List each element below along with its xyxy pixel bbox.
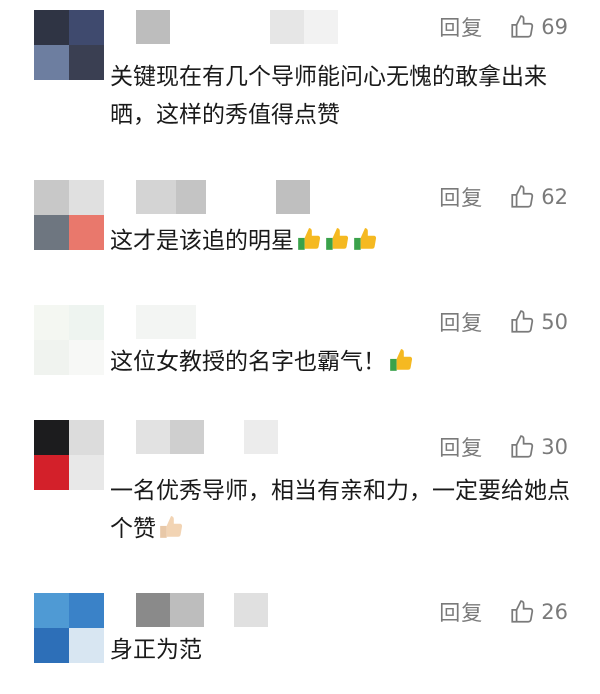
like-button[interactable]: 30 (509, 434, 568, 460)
thumbs-up-icon (511, 15, 534, 38)
username-blurred[interactable] (136, 10, 338, 46)
comment-text: 这才是该追的明星 (110, 222, 570, 260)
comment-text: 一名优秀导师，相当有亲和力，一定要给她点个赞 (110, 472, 570, 548)
username-blurred[interactable] (136, 305, 256, 341)
comment-actions: 回复 50 (439, 307, 568, 337)
comment-actions: 回复 62 (439, 182, 568, 212)
thumbs-up-icon (354, 228, 377, 250)
like-count: 69 (541, 15, 568, 39)
thumbs-up-light-icon (160, 516, 183, 538)
thumbs-up-icon (511, 435, 534, 458)
comment-text: 身正为范 (110, 637, 202, 663)
avatar[interactable] (34, 593, 104, 663)
username-blurred[interactable] (136, 593, 268, 629)
like-count: 30 (541, 435, 568, 459)
like-button[interactable]: 26 (509, 599, 568, 625)
thumbs-up-icon (511, 600, 534, 623)
like-count: 62 (541, 185, 568, 209)
reply-button[interactable]: 回复 (439, 12, 483, 42)
thumbs-up-icon (511, 310, 534, 333)
thumbs-up-icon (326, 228, 349, 250)
comment-actions: 回复 26 (439, 597, 568, 627)
comment-actions: 回复 69 (439, 12, 568, 42)
comment-text: 关键现在有几个导师能问心无愧的敢拿出来晒，这样的秀值得点赞 (110, 64, 547, 128)
thumbs-up-icon (298, 228, 321, 250)
like-button[interactable]: 69 (509, 14, 568, 40)
avatar[interactable] (34, 420, 104, 490)
reply-button[interactable]: 回复 (439, 597, 483, 627)
comment-text-content: 这才是该追的明星 (110, 228, 294, 254)
thumbs-up-icon (390, 349, 413, 371)
avatar[interactable] (34, 305, 104, 375)
reply-button[interactable]: 回复 (439, 432, 483, 462)
like-button[interactable]: 62 (509, 184, 568, 210)
thumbs-up-icon (511, 185, 534, 208)
comment-text-content: 这位女教授的名字也霸气！ (110, 349, 386, 375)
avatar[interactable] (34, 180, 104, 250)
reply-button[interactable]: 回复 (439, 307, 483, 337)
like-count: 50 (541, 310, 568, 334)
comment-actions: 回复 30 (439, 432, 568, 462)
like-count: 26 (541, 600, 568, 624)
avatar[interactable] (34, 10, 104, 80)
comment-text: 这位女教授的名字也霸气！ (110, 343, 570, 381)
reply-button[interactable]: 回复 (439, 182, 483, 212)
username-blurred[interactable] (136, 180, 310, 216)
username-blurred[interactable] (136, 420, 278, 456)
like-button[interactable]: 50 (509, 309, 568, 335)
